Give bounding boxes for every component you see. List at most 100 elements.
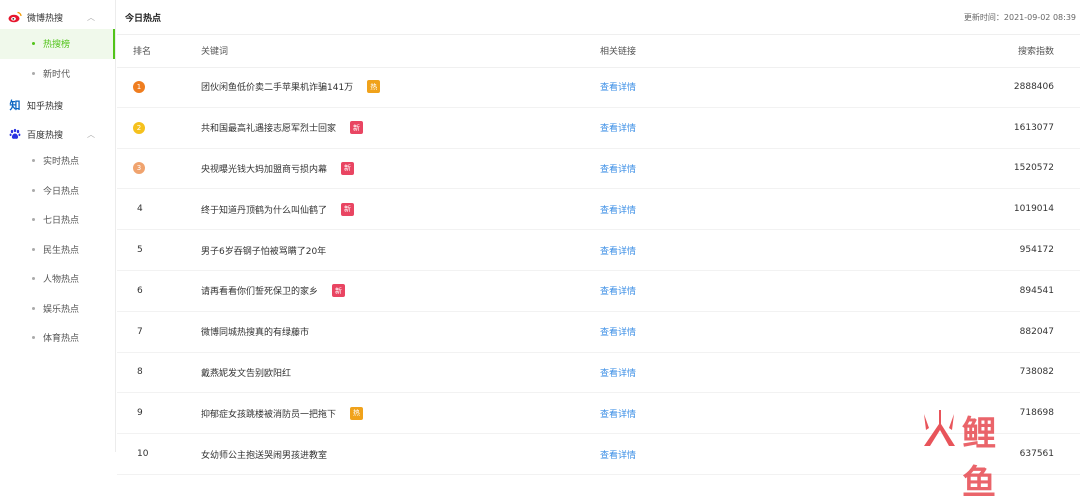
zhihu-icon: 知 — [9, 99, 21, 112]
table-row[interactable]: 5 男子6岁吞钢子怕被骂瞒了20年 查看详情 954172 — [117, 230, 1080, 271]
table-row[interactable]: 3 央视曝光钱大妈加盟商亏损内幕 新 查看详情 1520572 — [117, 149, 1080, 190]
sidebar-item-hot-search[interactable]: 热搜榜 — [0, 29, 115, 59]
sidebar-item-label: 实时热点 — [43, 157, 80, 168]
keyword-text[interactable]: 共和国最高礼遇接志愿军烈士回家 — [201, 121, 336, 134]
table-row[interactable]: 4 终于知道丹顶鹤为什么叫仙鹤了 新 查看详情 1019014 — [117, 189, 1080, 231]
sidebar-group-label: 微博热搜 — [27, 13, 64, 24]
fire-logo-icon — [924, 410, 955, 446]
sidebar-item-entertainment[interactable]: 娱乐热点 — [0, 294, 115, 324]
page-title: 今日热点 — [125, 14, 162, 24]
bullet-dot-icon — [32, 247, 35, 251]
view-details-link[interactable]: 查看详情 — [600, 325, 636, 338]
rank-badge: 2 — [133, 121, 145, 134]
keyword-text[interactable]: 请再看看你们誓死保卫的家乡 — [201, 284, 318, 297]
view-details-link[interactable]: 查看详情 — [600, 121, 636, 134]
new-tag-badge: 新 — [341, 202, 355, 216]
chevron-up-icon[interactable]: ︿ — [87, 129, 95, 140]
column-header-link[interactable]: 相关链接 — [600, 34, 636, 67]
search-index-value: 1613077 — [1013, 122, 1054, 133]
view-details-link[interactable]: 查看详情 — [600, 80, 636, 93]
sidebar-item-realtime[interactable]: 实时热点 — [0, 146, 115, 176]
search-index-value: 738082 — [1019, 367, 1054, 378]
sidebar-group-zhihu[interactable]: 知 知乎热搜 — [0, 93, 115, 117]
sidebar-item-label: 今日热点 — [43, 186, 80, 197]
keyword-text[interactable]: 团伙闲鱼低价卖二手苹果机诈骗141万 — [201, 80, 353, 93]
new-tag-badge: 新 — [350, 121, 364, 135]
sidebar-item-label: 民生热点 — [43, 245, 80, 256]
sidebar-item-new-era[interactable]: 新时代 — [0, 59, 115, 89]
sidebar-item-label: 人物热点 — [43, 275, 80, 286]
view-details-link[interactable]: 查看详情 — [600, 203, 636, 216]
bullet-dot-icon — [32, 218, 35, 222]
search-index-value: 1520572 — [1013, 163, 1054, 174]
new-tag-badge: 新 — [332, 284, 346, 298]
new-tag-badge: 新 — [341, 161, 355, 175]
sidebar-item-sports[interactable]: 体育热点 — [0, 323, 115, 353]
keyword-text[interactable]: 抑郁症女孩跳楼被消防员一把拖下 — [201, 407, 336, 420]
baidu-paw-icon — [8, 128, 22, 140]
bullet-dot-icon — [32, 277, 35, 281]
rank-number: 10 — [137, 449, 149, 460]
sidebar-item-label: 七日热点 — [43, 216, 80, 227]
hot-tag-badge: 热 — [367, 80, 381, 94]
bullet-dot-icon — [32, 306, 35, 310]
search-index-value: 894541 — [1019, 285, 1054, 296]
sidebar-item-label: 娱乐热点 — [43, 304, 80, 315]
sidebar-item-label: 新时代 — [43, 69, 71, 80]
rank-number: 7 — [137, 326, 143, 337]
keyword-text[interactable]: 终于知道丹顶鹤为什么叫仙鹤了 — [201, 203, 327, 216]
search-index-value: 882047 — [1019, 326, 1054, 337]
keyword-text[interactable]: 央视曝光钱大妈加盟商亏损内幕 — [201, 162, 327, 175]
table-row[interactable]: 1 团伙闲鱼低价卖二手苹果机诈骗141万 热 查看详情 2888406 — [117, 67, 1080, 108]
rank-badge: 1 — [133, 80, 145, 93]
sidebar-group-weibo[interactable]: 微博热搜 ︿ — [0, 5, 115, 29]
view-details-link[interactable]: 查看详情 — [600, 162, 636, 175]
column-header-rank[interactable]: 排名 — [133, 34, 151, 67]
view-details-link[interactable]: 查看详情 — [600, 407, 636, 420]
sidebar-item-seven-days[interactable]: 七日热点 — [0, 205, 115, 235]
watermark-text: 鲤鱼 — [962, 414, 998, 503]
search-index-value: 2888406 — [1013, 81, 1054, 92]
sidebar-group-baidu[interactable]: 百度热搜 ︿ — [0, 122, 115, 146]
sidebar-item-people[interactable]: 人物热点 — [0, 264, 115, 294]
sidebar-item-today[interactable]: 今日热点 — [0, 176, 115, 206]
view-details-link[interactable]: 查看详情 — [600, 244, 636, 257]
view-details-link[interactable]: 查看详情 — [600, 366, 636, 379]
keyword-text[interactable]: 男子6岁吞钢子怕被骂瞒了20年 — [201, 244, 326, 257]
update-time: 更新时间：2021-09-02 08:39 — [963, 13, 1076, 22]
hot-tag-badge: 热 — [350, 406, 364, 420]
bullet-dot-icon — [32, 159, 35, 163]
sidebar-item-label: 体育热点 — [43, 334, 80, 345]
table-row[interactable]: 7 微博同城热搜真的有绿藤市 查看详情 882047 — [117, 312, 1080, 353]
view-details-link[interactable]: 查看详情 — [600, 448, 636, 461]
bullet-dot-icon — [32, 188, 35, 192]
column-header-keyword[interactable]: 关键词 — [201, 34, 228, 67]
sidebar-group-label: 知乎热搜 — [27, 101, 64, 112]
search-index-value: 1019014 — [1013, 204, 1054, 215]
keyword-text[interactable]: 女幼师公主抱送哭闹男孩进教室 — [201, 448, 327, 461]
keyword-text[interactable]: 微博同城热搜真的有绿藤市 — [201, 325, 309, 338]
bullet-dot-icon — [32, 42, 35, 46]
table-row[interactable]: 2 共和国最高礼遇接志愿军烈士回家 新 查看详情 1613077 — [117, 108, 1080, 149]
rank-badge: 3 — [133, 162, 145, 175]
watermark-logo: 鲤鱼 — [918, 408, 1028, 503]
panel-header: 今日热点 更新时间：2021-09-02 08:39 — [117, 0, 1080, 35]
sidebar-group-label: 百度热搜 — [27, 130, 64, 141]
weibo-icon — [8, 11, 22, 23]
chevron-up-icon[interactable]: ︿ — [87, 12, 95, 23]
bullet-dot-icon — [32, 336, 35, 340]
column-header-score[interactable]: 搜索指数 — [1018, 34, 1054, 67]
table-row[interactable]: 6 请再看看你们誓死保卫的家乡 新 查看详情 894541 — [117, 271, 1080, 312]
search-index-value: 954172 — [1019, 245, 1054, 256]
sidebar-item-livelihood[interactable]: 民生热点 — [0, 235, 115, 265]
table-row[interactable]: 8 戴燕妮发文告别欧阳红 查看详情 738082 — [117, 353, 1080, 394]
table-header: 排名 关键词 相关链接 搜索指数 — [117, 34, 1080, 68]
rank-number: 8 — [137, 367, 143, 378]
rank-number: 6 — [137, 285, 143, 296]
view-details-link[interactable]: 查看详情 — [600, 284, 636, 297]
bullet-dot-icon — [32, 71, 35, 75]
rank-number: 5 — [137, 245, 143, 256]
keyword-text[interactable]: 戴燕妮发文告别欧阳红 — [201, 366, 291, 379]
main-panel: 今日热点 更新时间：2021-09-02 08:39 排名 关键词 相关链接 搜… — [117, 0, 1080, 503]
sidebar-item-label: 热搜榜 — [43, 40, 71, 51]
